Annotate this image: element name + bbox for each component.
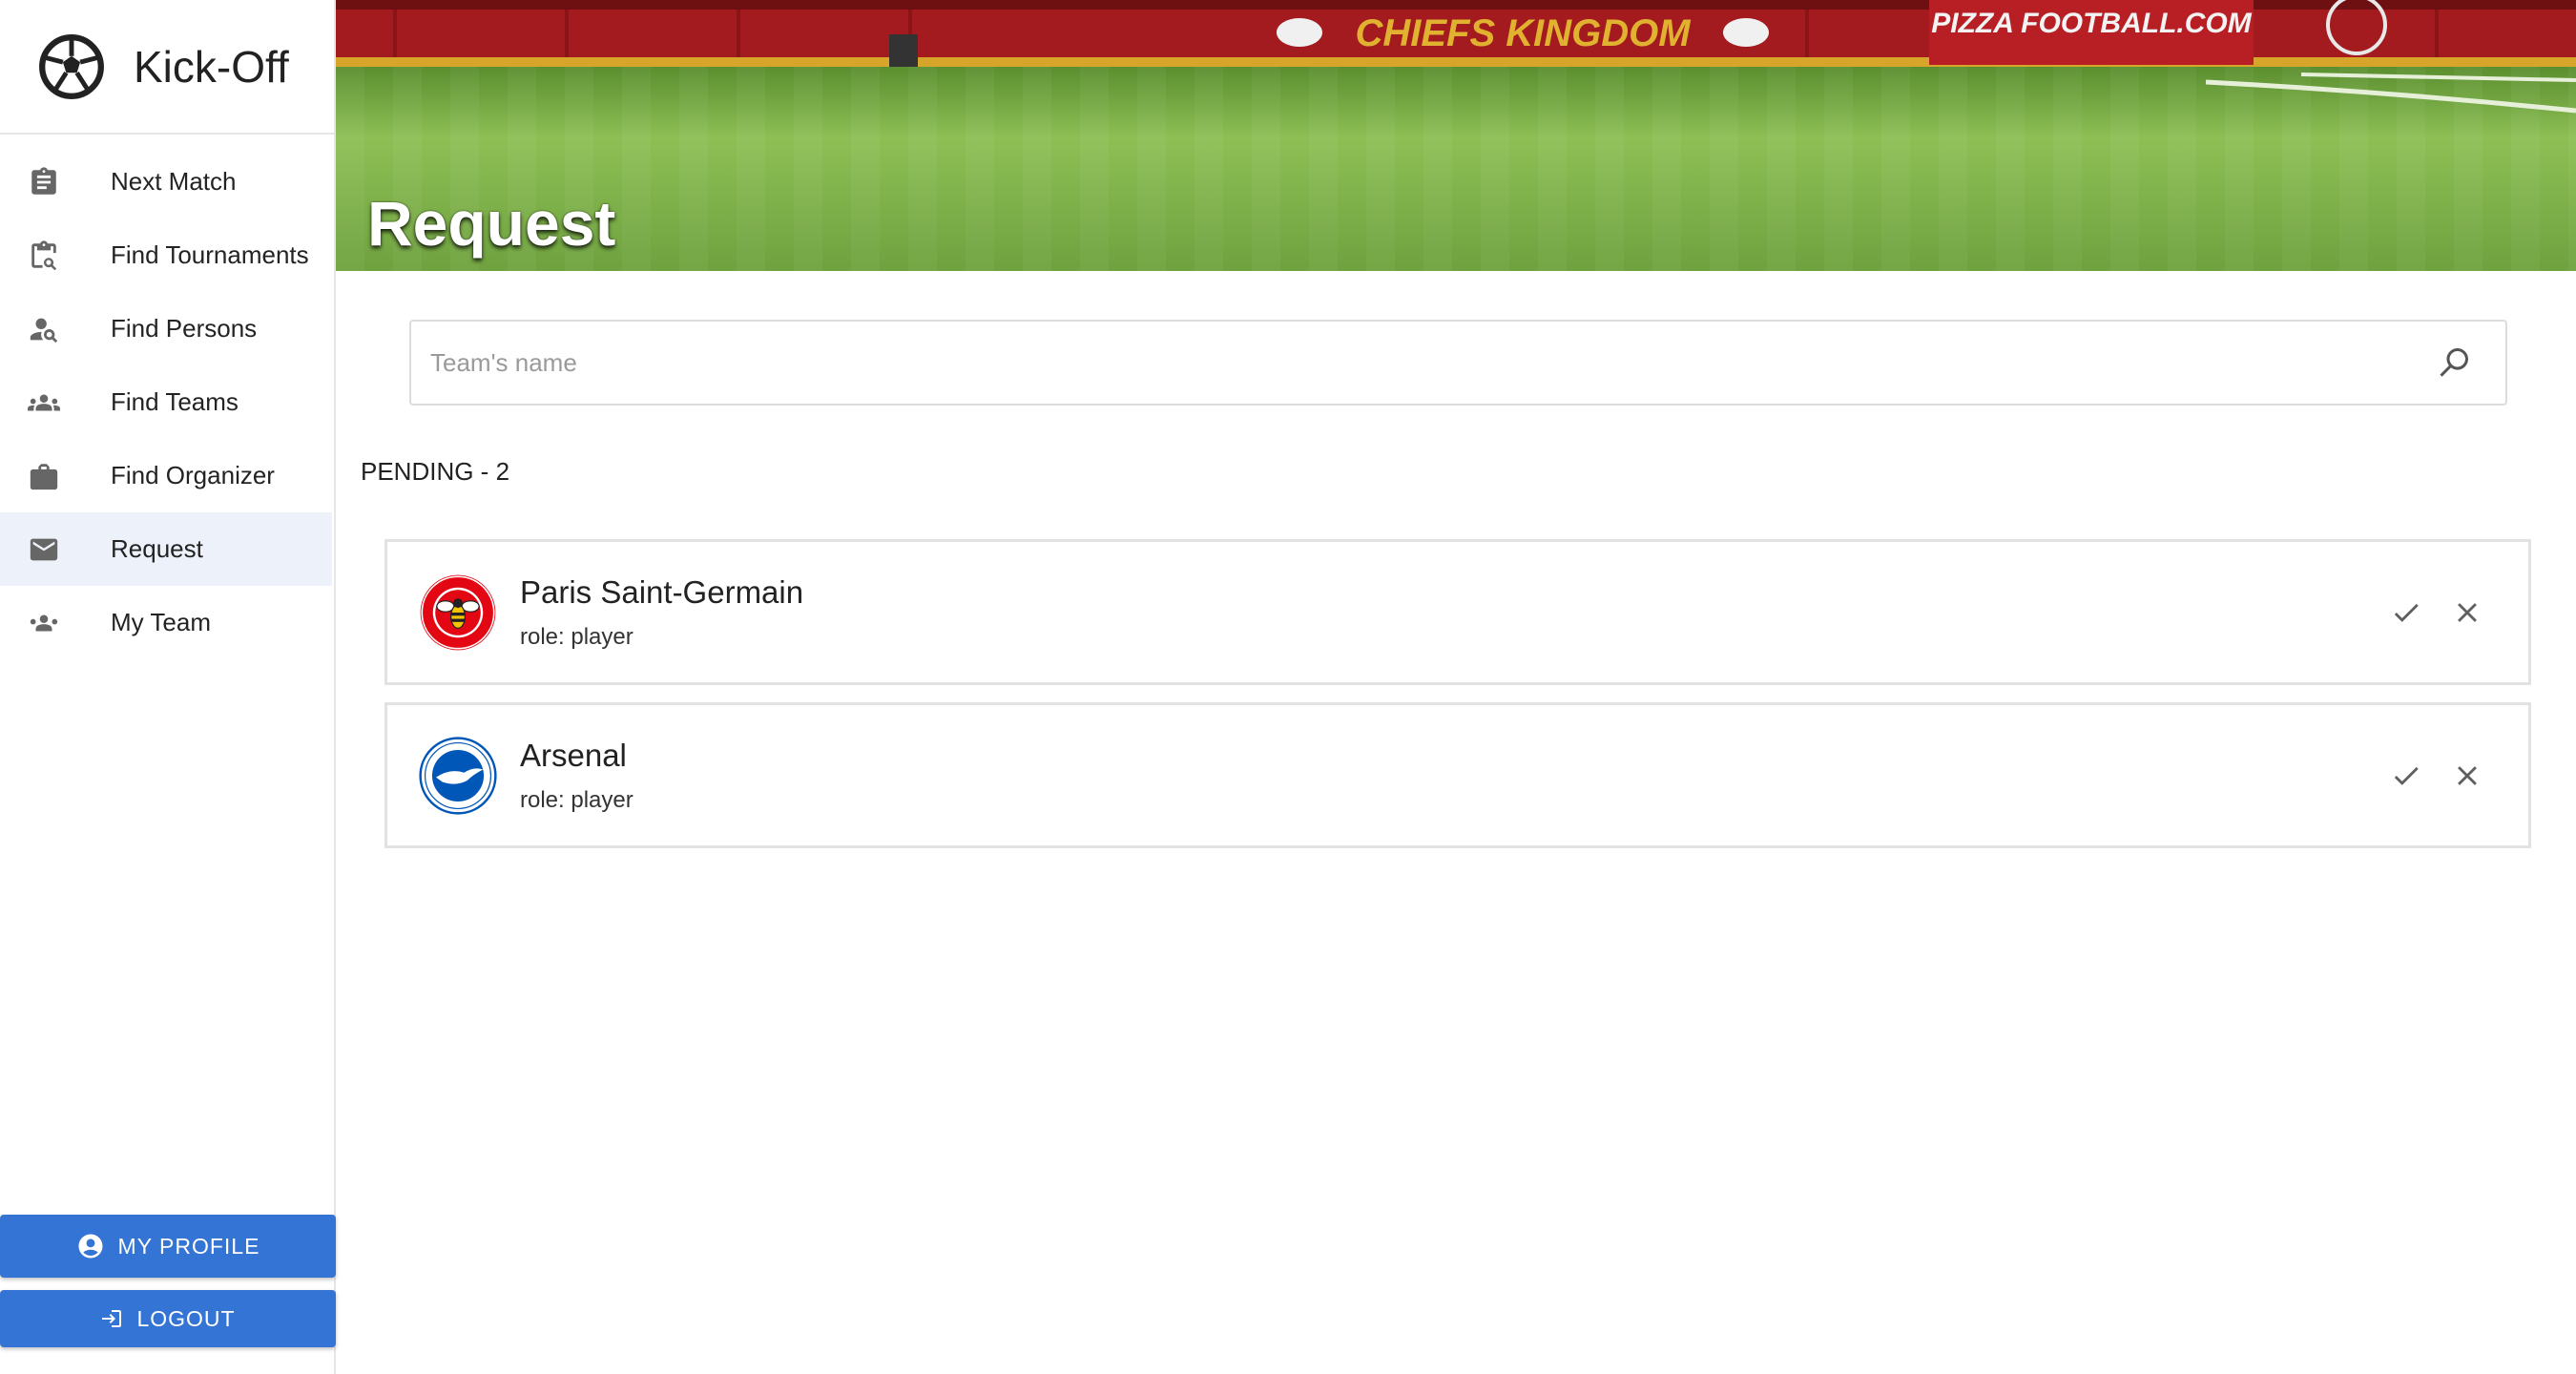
logout-label: LOGOUT [136, 1305, 236, 1331]
mail-icon [27, 532, 61, 567]
app-name: Kick-Off [134, 41, 289, 92]
clipboard-icon [27, 165, 61, 199]
accept-button[interactable] [2387, 757, 2425, 795]
account-circle-icon [78, 1234, 103, 1259]
team-name: Arsenal [520, 737, 627, 773]
clipboard-search-icon [27, 239, 61, 273]
sidebar-item-request[interactable]: Request [0, 512, 332, 586]
sidebar-item-label: Find Teams [111, 387, 239, 416]
request-card: Arsenal role: player [384, 702, 2531, 848]
app: Kick-Off Next Match Find Tournaments Fin… [0, 0, 2576, 1374]
sidebar-item-find-tournaments[interactable]: Find Tournaments [0, 219, 334, 292]
close-icon [2458, 602, 2477, 622]
logout-button[interactable]: LOGOUT [0, 1290, 336, 1347]
brighton-crest-icon [419, 736, 497, 815]
team-info: Arsenal role: player [520, 738, 634, 814]
sidebar-item-find-teams[interactable]: Find Teams [0, 365, 334, 439]
check-icon [2394, 603, 2419, 622]
team-role: role: player [520, 623, 634, 650]
briefcase-icon [27, 459, 61, 493]
header-banner: CHIEFS KINGDOM PIZZA FOOTBALL.COM Reques… [336, 0, 2576, 271]
reject-button[interactable] [2448, 757, 2486, 795]
person-search-icon [27, 312, 61, 346]
sidebar-item-next-match[interactable]: Next Match [0, 145, 334, 219]
team-name: Paris Saint-Germain [520, 573, 804, 610]
reject-button[interactable] [2448, 593, 2486, 632]
team-search-input[interactable] [430, 347, 2437, 378]
sidebar: Kick-Off Next Match Find Tournaments Fin… [0, 0, 336, 1374]
check-icon [2394, 766, 2419, 785]
my-profile-label: MY PROFILE [117, 1233, 260, 1259]
pending-count-label: PENDING - 2 [361, 457, 510, 486]
people-icon [27, 606, 61, 640]
sidebar-item-label: Find Tournaments [111, 240, 309, 269]
card-actions [2364, 757, 2486, 795]
svg-text:CHIEFS KINGDOM: CHIEFS KINGDOM [1355, 12, 1692, 54]
stadium-banner-image: CHIEFS KINGDOM PIZZA FOOTBALL.COM [336, 0, 2576, 271]
sidebar-item-label: Next Match [111, 167, 237, 196]
soccer-ball-icon [39, 33, 104, 99]
accept-button[interactable] [2387, 593, 2425, 632]
sidebar-nav: Next Match Find Tournaments Find Persons… [0, 135, 334, 659]
my-profile-button[interactable]: MY PROFILE [0, 1215, 336, 1278]
card-actions [2364, 593, 2486, 632]
sidebar-item-find-persons[interactable]: Find Persons [0, 292, 334, 365]
sidebar-item-my-team[interactable]: My Team [0, 586, 334, 659]
sidebar-item-label: Find Persons [111, 314, 258, 343]
request-card: Paris Saint-Germain role: player [384, 539, 2531, 685]
brentford-crest-icon [420, 574, 496, 650]
brand[interactable]: Kick-Off [0, 0, 334, 135]
team-info: Paris Saint-Germain role: player [520, 574, 803, 651]
sidebar-item-find-organizer[interactable]: Find Organizer [0, 439, 334, 512]
close-icon [2458, 765, 2477, 785]
sidebar-item-label: Find Organizer [111, 461, 275, 489]
search-bar [409, 320, 2507, 406]
groups-icon [27, 385, 61, 420]
page-title: Request [367, 188, 616, 259]
team-role: role: player [520, 786, 634, 813]
login-icon [102, 1310, 122, 1327]
sidebar-item-label: Request [111, 534, 203, 563]
svg-text:PIZZA FOOTBALL.COM: PIZZA FOOTBALL.COM [1931, 8, 2253, 39]
search-icon[interactable] [2437, 345, 2471, 380]
sidebar-item-label: My Team [111, 608, 211, 636]
